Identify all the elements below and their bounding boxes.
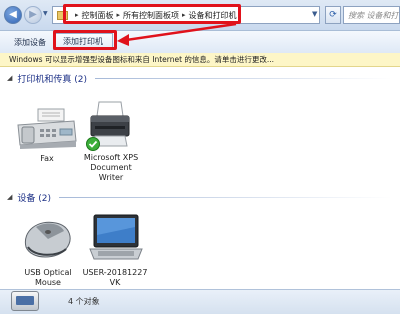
recent-pages-dropdown[interactable]: ▼ [43, 10, 51, 20]
back-button[interactable]: ◀ [4, 6, 22, 24]
address-highlight-box [63, 4, 241, 24]
add-printer-highlight-box [53, 30, 117, 50]
section-divider [95, 77, 392, 79]
search-input[interactable]: 搜索 设备和打印机 [343, 6, 400, 24]
xps-label-line-1: Microsoft XPS [83, 153, 139, 162]
add-device-button[interactable]: 添加设备 [14, 37, 46, 48]
back-arrow-icon: ◀ [9, 9, 17, 20]
status-bar [0, 289, 400, 314]
devices-section-header[interactable]: ◢ 设备 (2) [0, 190, 400, 204]
fax-label-line: Fax [40, 154, 54, 163]
devices-status-icon [11, 291, 39, 311]
xps-label-line-2: Document [90, 163, 132, 172]
computer-icon[interactable] [88, 213, 144, 263]
section-title: 设备 (2) [17, 193, 52, 204]
info-bar[interactable]: Windows 可以显示增强型设备图标和来自 Internet 的信息。请单击进… [0, 53, 400, 67]
xps-label-line-3: Writer [98, 173, 124, 182]
mouse-label-line-2: Mouse [35, 278, 61, 287]
computer-device-label[interactable]: USER-20181227 VK [80, 268, 150, 288]
default-check-icon [86, 137, 100, 151]
address-dropdown-icon[interactable]: ▼ [312, 10, 317, 18]
forward-button[interactable]: ▶ [24, 6, 42, 24]
computer-label-line-1: USER-20181227 [82, 268, 148, 277]
mouse-icon[interactable] [18, 217, 76, 263]
refresh-button[interactable]: ⟳ [325, 6, 341, 24]
object-count: 4 个对象 [68, 297, 100, 306]
refresh-icon: ⟳ [329, 10, 337, 20]
mouse-device-label[interactable]: USB Optical Mouse [13, 268, 83, 288]
computer-label-line-2: VK [109, 278, 121, 287]
xps-writer-label[interactable]: Microsoft XPS Document Writer [76, 153, 146, 183]
search-placeholder: 搜索 设备和打印机 [348, 10, 399, 20]
fax-icon[interactable] [16, 107, 78, 149]
section-title: 打印机和传真 (2) [17, 74, 88, 85]
section-divider [59, 196, 392, 198]
collapse-triangle-icon[interactable]: ◢ [7, 74, 12, 82]
forward-arrow-icon: ▶ [29, 9, 37, 20]
fax-device-label[interactable]: Fax [12, 154, 82, 164]
mouse-label-line-1: USB Optical [24, 268, 72, 277]
printers-section-header[interactable]: ◢ 打印机和传真 (2) [0, 71, 400, 85]
collapse-triangle-icon[interactable]: ◢ [7, 193, 12, 201]
